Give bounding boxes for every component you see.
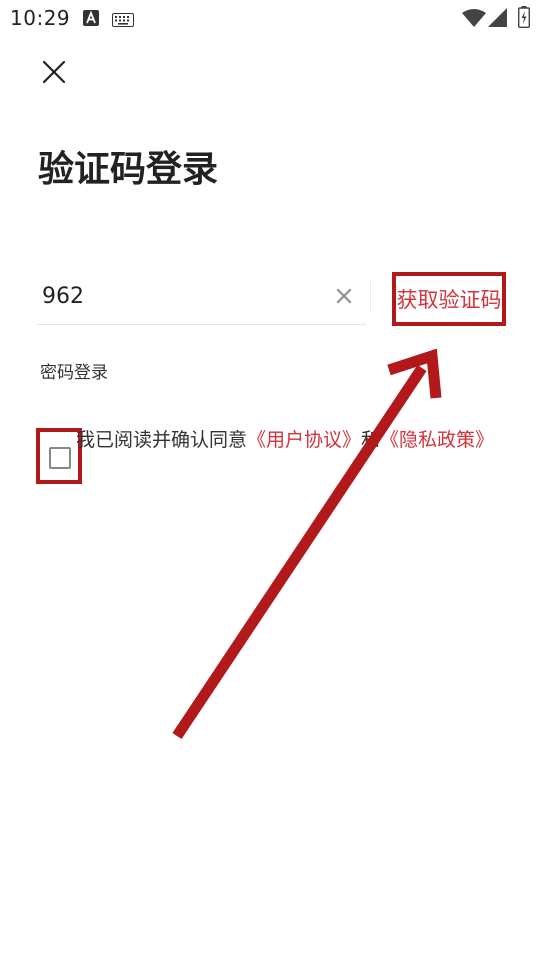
checkbox[interactable]: [49, 447, 71, 469]
password-login-link[interactable]: 密码登录: [40, 358, 108, 383]
close-button[interactable]: [36, 54, 72, 90]
clear-icon: [336, 288, 352, 304]
phone-input-row: 获取验证码: [36, 268, 508, 326]
agreement-conjunction: 和: [361, 429, 381, 451]
status-bar: 10:29: [0, 0, 540, 36]
text-a-icon: [83, 10, 99, 30]
clear-button[interactable]: [332, 284, 356, 308]
agreement-prefix: 我已阅读并确认同意: [76, 429, 248, 451]
wifi-icon: [462, 8, 486, 32]
agreement-text: 我已阅读并确认同意《用户协议》和《隐私政策》: [76, 426, 496, 454]
input-underline: [36, 324, 366, 325]
status-time: 10:29: [10, 6, 71, 30]
divider: [370, 280, 371, 312]
phone-input[interactable]: [36, 268, 336, 324]
page-title: 验证码登录: [38, 149, 219, 190]
user-agreement-link[interactable]: 《用户协议》: [247, 429, 361, 451]
close-icon: [42, 60, 66, 84]
get-code-button[interactable]: 获取验证码: [392, 272, 506, 326]
privacy-policy-link[interactable]: 《隐私政策》: [380, 429, 494, 451]
keyboard-icon: [112, 12, 134, 31]
signal-icon: [488, 8, 508, 32]
battery-icon: [517, 6, 531, 32]
